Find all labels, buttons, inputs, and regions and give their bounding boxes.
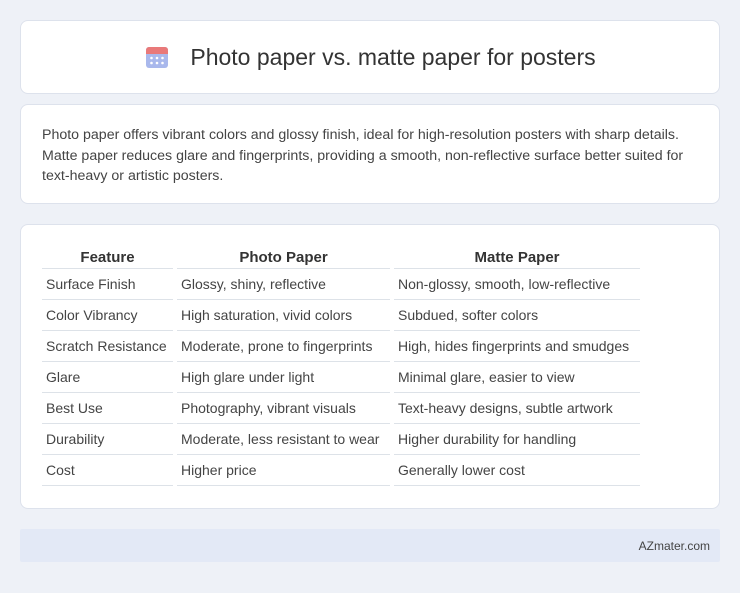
table-header-row: Feature Photo Paper Matte Paper — [42, 247, 640, 269]
calendar-icon — [144, 44, 170, 70]
table-cell: High saturation, vivid colors — [177, 300, 390, 331]
column-header-photo-paper: Photo Paper — [177, 247, 390, 269]
table-cell: Color Vibrancy — [42, 300, 173, 331]
table-cell: Generally lower cost — [394, 455, 640, 486]
table-cell: Photography, vibrant visuals — [177, 393, 390, 424]
table-cell: Non-glossy, smooth, low-reflective — [394, 269, 640, 300]
table-cell: Moderate, prone to fingerprints — [177, 331, 390, 362]
table-cell: Subdued, softer colors — [394, 300, 640, 331]
table-cell: High, hides fingerprints and smudges — [394, 331, 640, 362]
column-header-matte-paper: Matte Paper — [394, 247, 640, 269]
comparison-table-card: Feature Photo Paper Matte Paper Surface … — [20, 224, 720, 509]
title-card: Photo paper vs. matte paper for posters — [20, 20, 720, 94]
table-cell: Glossy, shiny, reflective — [177, 269, 390, 300]
table-cell: Cost — [42, 455, 173, 486]
summary-card: Photo paper offers vibrant colors and gl… — [20, 104, 720, 204]
table-row: Cost Higher price Generally lower cost — [42, 455, 640, 486]
table-row: Glare High glare under light Minimal gla… — [42, 362, 640, 393]
table-cell: Higher durability for handling — [394, 424, 640, 455]
page-title: Photo paper vs. matte paper for posters — [190, 43, 596, 70]
table-cell: Text-heavy designs, subtle artwork — [394, 393, 640, 424]
summary-text: Photo paper offers vibrant colors and gl… — [42, 127, 684, 184]
table-cell: Moderate, less resistant to wear — [177, 424, 390, 455]
footer: AZmater.com — [20, 529, 720, 562]
table-cell: High glare under light — [177, 362, 390, 393]
table-row: Best Use Photography, vibrant visuals Te… — [42, 393, 640, 424]
table-row: Durability Moderate, less resistant to w… — [42, 424, 640, 455]
table-row: Scratch Resistance Moderate, prone to fi… — [42, 331, 640, 362]
table-row: Color Vibrancy High saturation, vivid co… — [42, 300, 640, 331]
table-cell: Higher price — [177, 455, 390, 486]
footer-brand[interactable]: AZmater.com — [639, 539, 710, 553]
table-cell: Minimal glare, easier to view — [394, 362, 640, 393]
column-header-feature: Feature — [42, 247, 173, 269]
table-cell: Durability — [42, 424, 173, 455]
table-cell: Glare — [42, 362, 173, 393]
comparison-table: Feature Photo Paper Matte Paper Surface … — [38, 247, 644, 486]
table-cell: Scratch Resistance — [42, 331, 173, 362]
table-cell: Best Use — [42, 393, 173, 424]
table-cell: Surface Finish — [42, 269, 173, 300]
table-row: Surface Finish Glossy, shiny, reflective… — [42, 269, 640, 300]
